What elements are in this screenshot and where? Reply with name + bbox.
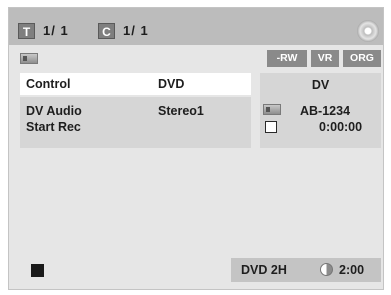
chapter-counter: 1/ 1 bbox=[123, 23, 149, 38]
tape-icon bbox=[20, 53, 38, 64]
original-status-badge: ORG bbox=[343, 50, 381, 67]
recording-mode-badge: VR bbox=[311, 50, 339, 67]
record-checkbox[interactable] bbox=[265, 121, 277, 133]
dv-panel-title: DV bbox=[311, 78, 330, 92]
remaining-time: 2:00 bbox=[339, 263, 365, 277]
stop-icon bbox=[31, 264, 44, 277]
title-icon: T bbox=[18, 23, 35, 39]
control-value[interactable]: DVD bbox=[158, 76, 184, 92]
disc-space-icon bbox=[320, 263, 333, 276]
status-bar: DVD 2H 2:00 bbox=[231, 258, 381, 282]
chapter-icon: C bbox=[98, 23, 115, 39]
menu-row-control[interactable]: Control DVD bbox=[20, 73, 251, 95]
disc-icon bbox=[357, 20, 379, 42]
disc-type-badge: -RW bbox=[267, 50, 307, 67]
dv-tape-code: AB-1234 bbox=[300, 104, 351, 118]
start-rec-label[interactable]: Start Rec bbox=[26, 119, 81, 135]
control-label: Control bbox=[26, 77, 71, 91]
dv-audio-value[interactable]: Stereo1 bbox=[158, 103, 204, 119]
dv-tape-icon bbox=[263, 104, 281, 115]
dv-timecode: 0:00:00 bbox=[319, 120, 363, 134]
recording-mode-status: DVD 2H bbox=[241, 263, 287, 277]
title-counter: 1/ 1 bbox=[43, 23, 69, 38]
dv-dubbing-screen: T 1/ 1 C 1/ 1 -RW VR ORG Control DVD DV … bbox=[8, 7, 384, 290]
dv-audio-label[interactable]: DV Audio bbox=[26, 103, 82, 119]
